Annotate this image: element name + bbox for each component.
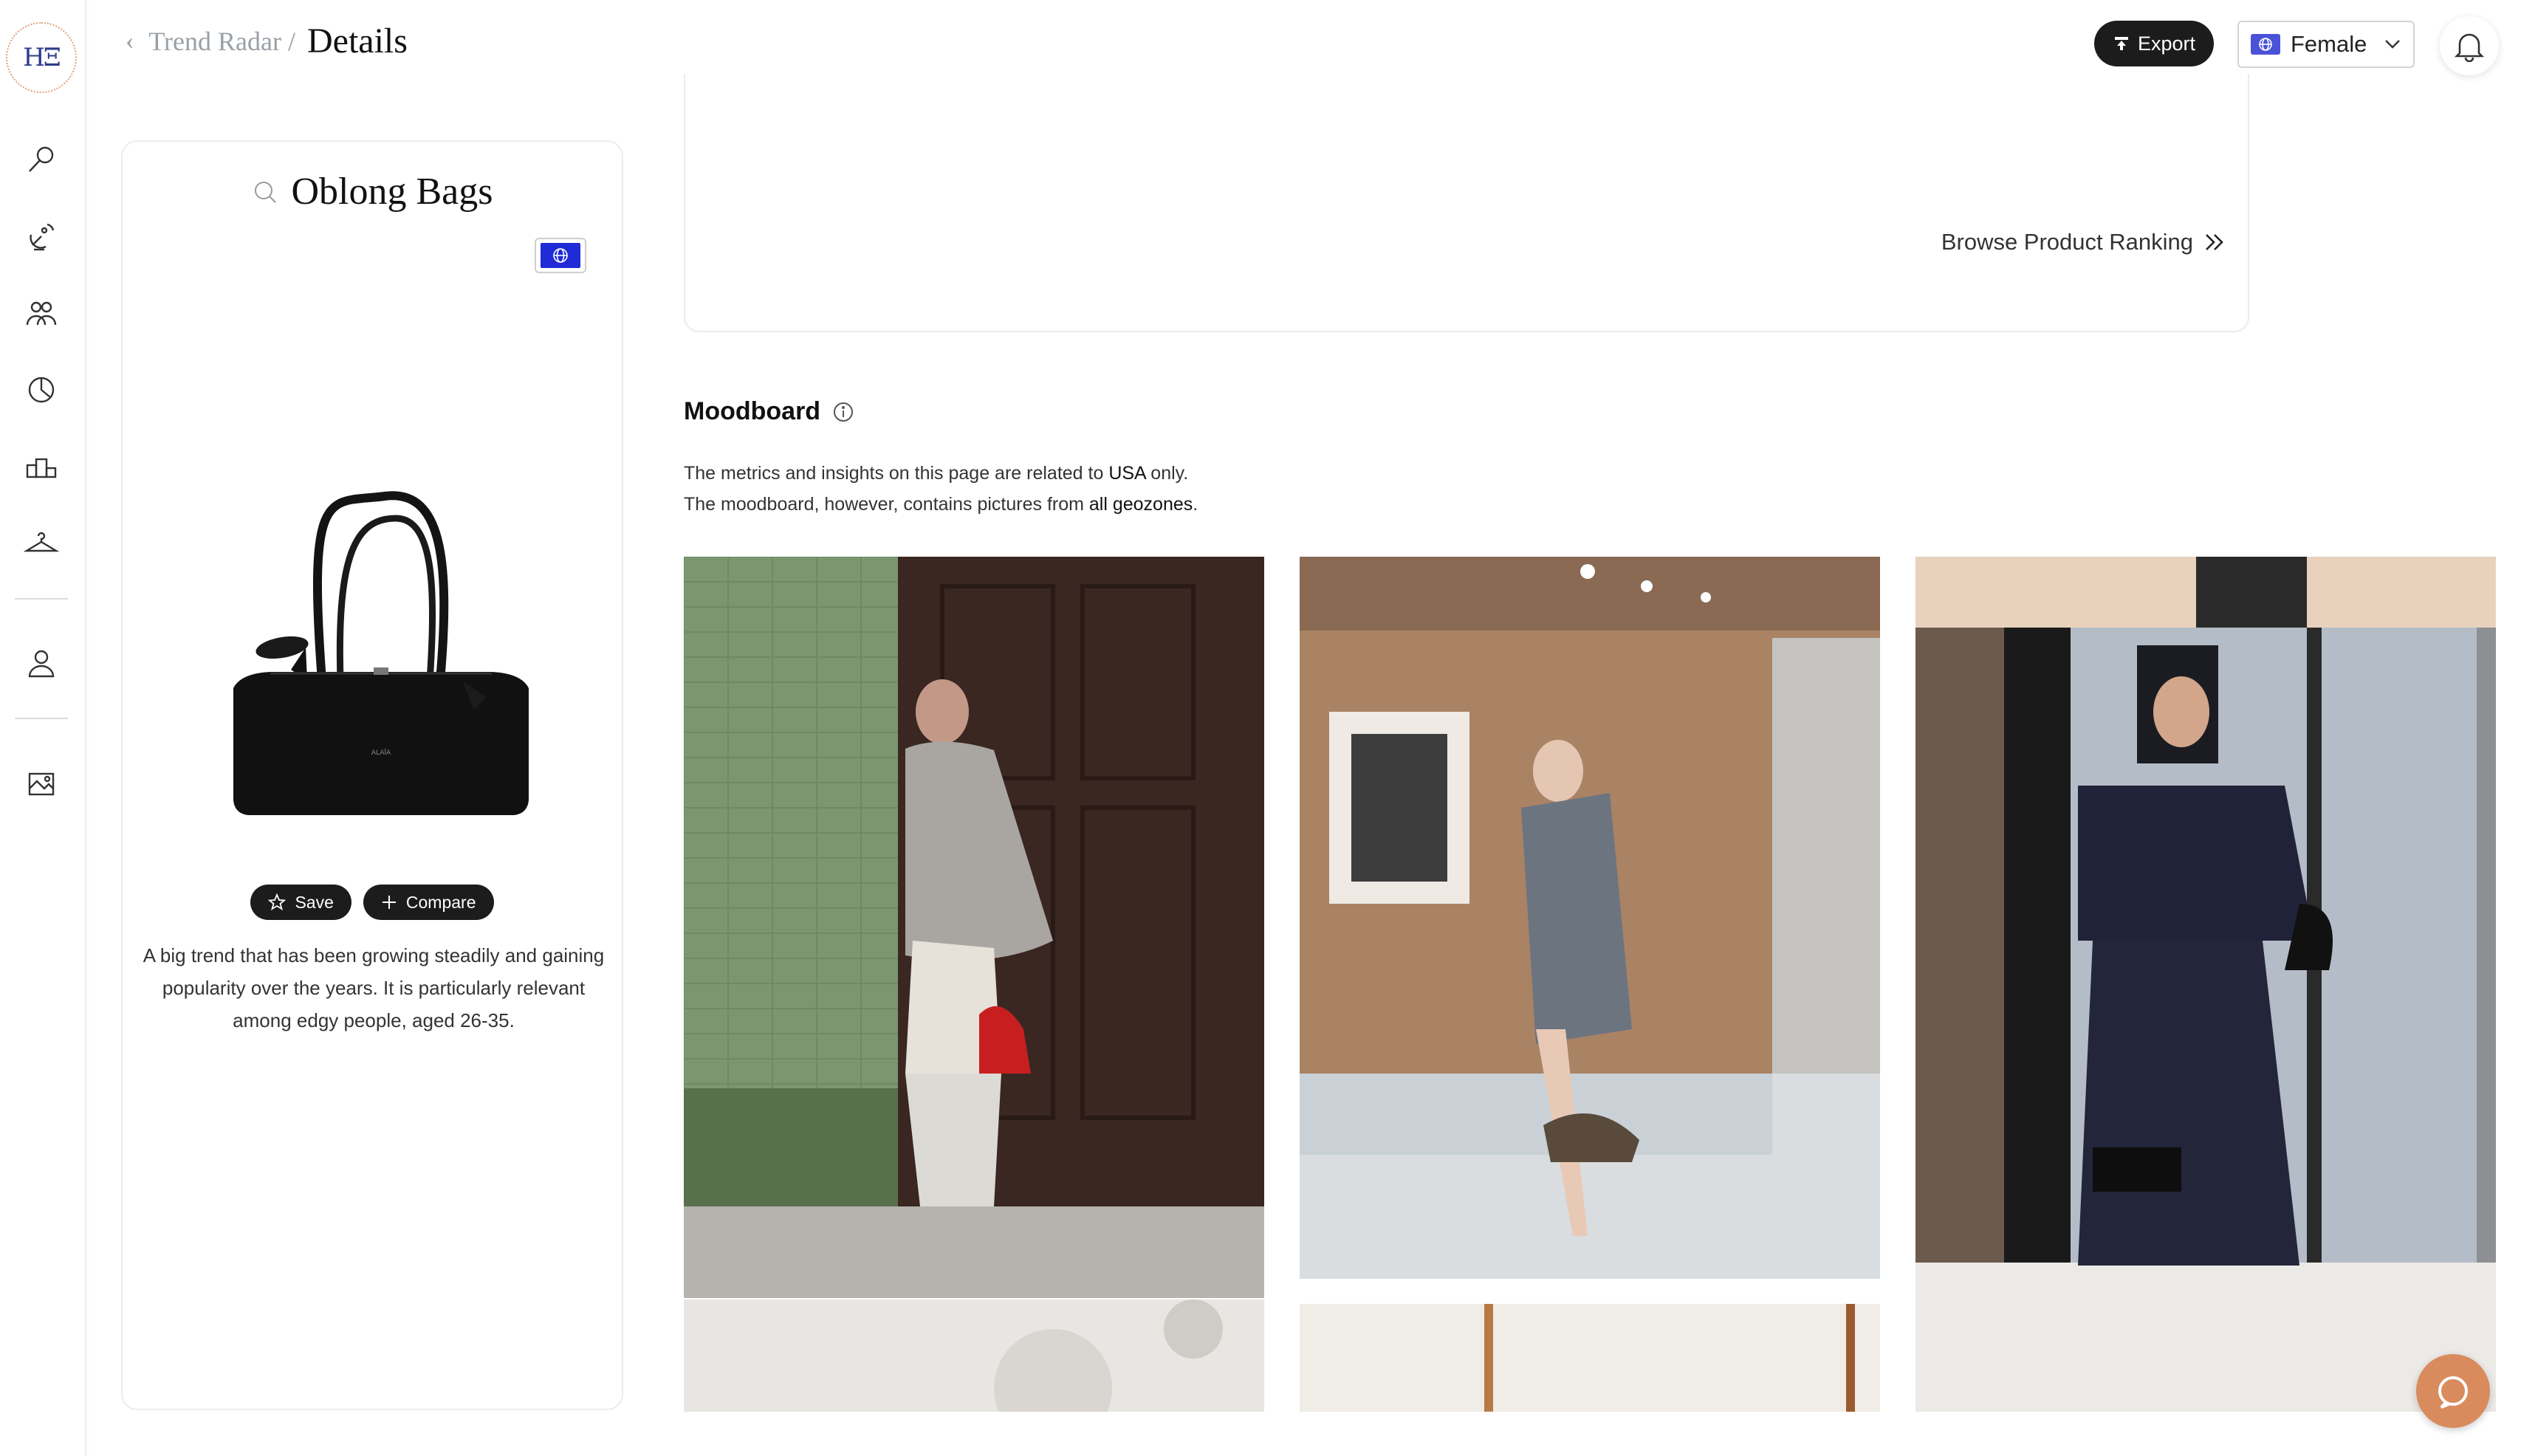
note-line-2: The moodboard, however, contains picture… (684, 494, 1198, 515)
moodboard-heading: Moodboard (684, 397, 854, 426)
product-image: ALAÏA (233, 491, 529, 815)
moodboard-photo-navy-outfit[interactable] (1915, 557, 2496, 1412)
community-icon[interactable] (22, 294, 61, 332)
export-label: Export (2137, 32, 2196, 55)
moodboard-photo-interior[interactable] (684, 1299, 1264, 1412)
chat-support-button[interactable] (2416, 1354, 2490, 1428)
moodboard-photo-grey-blazer[interactable] (1300, 557, 1880, 1279)
moodboard-title: Moodboard (684, 397, 821, 425)
compare-label: Compare (405, 892, 476, 912)
download-icon (2114, 37, 2128, 50)
podium-icon[interactable] (22, 447, 61, 486)
chat-icon (2438, 1376, 2468, 1409)
brand-logo[interactable]: HΞ (6, 22, 77, 93)
bell-icon (2454, 33, 2485, 62)
hanger-icon[interactable] (22, 524, 61, 563)
save-button[interactable]: Save (250, 885, 351, 920)
browse-label: Browse Product Ranking (1941, 229, 2193, 255)
moodboard-icon[interactable] (22, 763, 61, 802)
trend-description: A big trend that has been growing steadi… (143, 944, 605, 1031)
profile-icon[interactable] (22, 644, 61, 682)
geozone-button[interactable] (535, 238, 586, 273)
info-icon[interactable] (832, 401, 854, 423)
compare-button[interactable]: Compare (363, 885, 494, 920)
moodboard-photo-street-red-bag[interactable] (684, 557, 1264, 1298)
product-ranking-panel: Browse Product Ranking (684, 74, 2249, 332)
app-root: HΞ ‹ Trend Radar / Details Export Female… (0, 0, 2521, 1456)
trend-title-row: Oblong Bags (123, 170, 622, 213)
logo-text: HΞ (23, 43, 61, 72)
sidebar: HΞ (0, 0, 86, 1456)
browse-product-ranking-link[interactable]: Browse Product Ranking (1941, 229, 2226, 255)
search-icon[interactable] (22, 140, 61, 179)
search-icon (254, 181, 276, 203)
breadcrumb-parent[interactable]: Trend Radar / (148, 26, 295, 57)
gender-select[interactable]: Female (2237, 21, 2415, 68)
plus-icon (382, 896, 396, 909)
svg-text:ALAÏA: ALAÏA (371, 749, 391, 757)
save-label: Save (295, 892, 334, 912)
chevron-down-icon (2385, 40, 2400, 49)
moodboard-photo-curtains[interactable] (1300, 1304, 1880, 1412)
note-line-1: The metrics and insights on this page ar… (684, 463, 1189, 484)
radar-icon[interactable] (22, 217, 61, 255)
page-title: Details (306, 21, 408, 61)
moodboard-note: The metrics and insights on this page ar… (684, 458, 1198, 520)
trend-actions: Save Compare (123, 885, 622, 920)
chevron-left-icon[interactable]: ‹ (126, 27, 134, 55)
trend-title: Oblong Bags (291, 171, 493, 213)
notifications-button[interactable] (2440, 16, 2499, 75)
trend-card: Oblong Bags ALAÏA Save Compare A big tre… (121, 140, 623, 1410)
star-icon (268, 893, 287, 910)
sidebar-divider (15, 598, 68, 600)
double-chevron-right-icon (2206, 234, 2223, 250)
globe-icon (541, 243, 580, 268)
gender-value: Female (2291, 31, 2367, 57)
globe-icon (2251, 34, 2280, 55)
pie-chart-icon[interactable] (22, 371, 61, 409)
breadcrumb: ‹ Trend Radar / Details (126, 21, 408, 61)
sidebar-divider (15, 718, 68, 719)
export-button[interactable]: Export (2094, 21, 2214, 66)
